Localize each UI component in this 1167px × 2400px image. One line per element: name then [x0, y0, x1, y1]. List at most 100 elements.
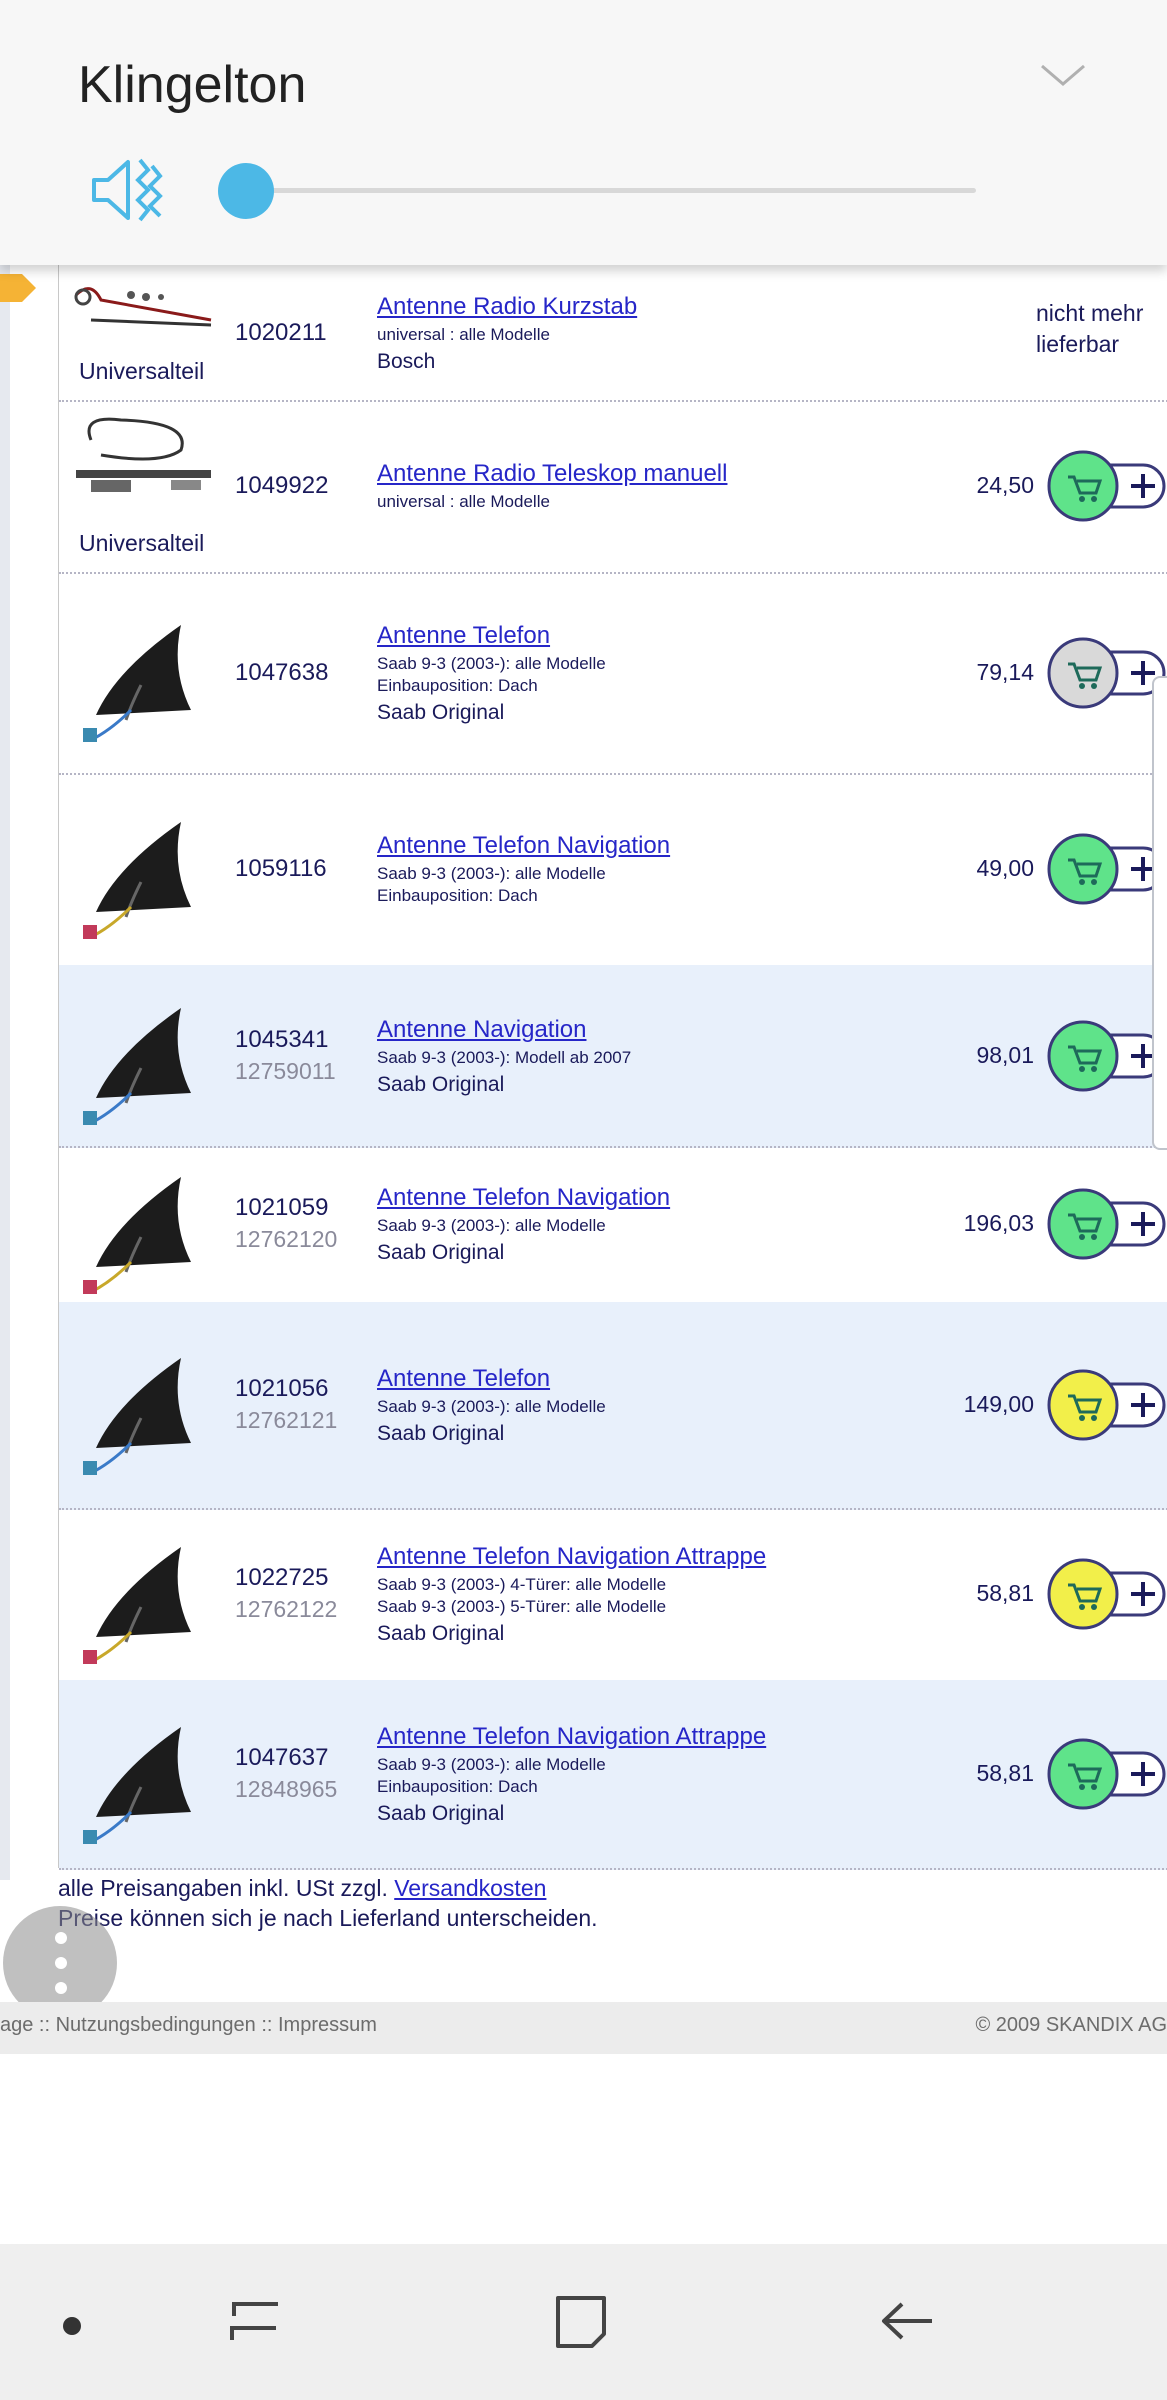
volume-panel: Klingelton [0, 0, 1167, 265]
product-fitment: Saab 9-3 (2003-): alle Modelle [377, 1397, 606, 1416]
article-number: 1049922 [235, 472, 329, 499]
oe-number: 12848965 [235, 1776, 338, 1802]
product-fitment: Saab 9-3 (2003-) 5-Türer: alle Modelle [377, 1597, 667, 1616]
product-brand: Saab Original [377, 1802, 505, 1825]
android-navbar [0, 2244, 1167, 2400]
volume-slider-thumb[interactable] [218, 163, 274, 219]
add-to-cart-button[interactable] [1044, 1366, 1167, 1444]
product-fitment: Saab 9-3 (2003-): alle Modelle [377, 864, 606, 883]
product-fitment: Einbauposition: Dach [377, 1777, 538, 1796]
legal-links[interactable]: age :: Nutzungsbedingungen :: Impressum [0, 2014, 377, 2037]
add-to-cart-button[interactable] [1044, 830, 1167, 908]
table-row: 1021056 12762121 Antenne Telefon Saab 9-3 (… [59, 1302, 1167, 1510]
home-icon[interactable] [546, 2286, 616, 2356]
product-fitment: universal : alle Modelle [377, 492, 550, 511]
shipping-link[interactable]: Versandkosten [394, 1875, 546, 1901]
product-fitment: Saab 9-3 (2003-) 4-Türer: alle Modelle [377, 1575, 667, 1594]
product-fitment: universal : alle Modelle [377, 324, 550, 344]
article-number: 1047637 [235, 1744, 329, 1771]
product-brand: Saab Original [377, 1422, 505, 1445]
price-note: alle Preisangaben inkl. USt zzgl. Versan… [58, 1875, 546, 1902]
left-scroll-rail [0, 265, 10, 1880]
article-number: 1045341 [235, 1025, 329, 1053]
article-number: 1022725 [235, 1564, 329, 1591]
availability-status: nicht mehr lieferbar [1036, 299, 1144, 357]
legal-bar: age :: Nutzungsbedingungen :: Impressum … [0, 2002, 1167, 2054]
product-price: 49,00 [976, 855, 1034, 881]
article-number: 1047638 [235, 658, 329, 686]
speaker-vibrate-icon[interactable] [88, 150, 168, 230]
volume-title: Klingelton [78, 56, 307, 114]
product-image[interactable] [71, 1702, 216, 1847]
product-image[interactable] [71, 1333, 216, 1478]
copyright: © 2009 SKANDIX AG [975, 2014, 1167, 2036]
article-number: 1059116 [235, 855, 327, 882]
add-to-cart-button[interactable] [1044, 1185, 1167, 1263]
product-title-link[interactable]: Antenne Radio Teleskop manuell [377, 460, 727, 488]
volume-slider-track[interactable] [246, 188, 976, 193]
add-to-cart-button[interactable] [1044, 634, 1167, 712]
chevron-down-icon[interactable] [1038, 60, 1088, 90]
article-number: 1021056 [235, 1375, 329, 1402]
article-number: 1020211 [235, 318, 327, 346]
thumb-label: Universalteil [79, 530, 205, 556]
product-title-link[interactable]: Antenne Telefon [377, 1365, 550, 1393]
product-price: 58,81 [976, 1580, 1034, 1606]
table-row: 1021059 12762120 Antenne Telefon Navigatio… [59, 1146, 1167, 1304]
product-price: 149,00 [963, 1391, 1034, 1417]
add-to-cart-button[interactable] [1044, 447, 1167, 525]
thumb-label: Universalteil [79, 358, 205, 384]
product-image[interactable] [71, 1522, 216, 1667]
product-image[interactable] [71, 983, 216, 1128]
product-fitment: Einbauposition: Dach [377, 675, 538, 695]
product-table: Universalteil 1020211 Antenne Radio Kurzst… [58, 265, 1167, 1870]
table-row: 1047638 Antenne Telefon Saab 9-3 (2003-): … [59, 572, 1167, 775]
back-icon[interactable] [872, 2286, 942, 2356]
product-title-link[interactable]: Antenne Navigation [377, 1016, 586, 1044]
product-title-link[interactable]: Antenne Telefon Navigation [377, 1184, 670, 1212]
product-price: 196,03 [963, 1210, 1034, 1236]
table-row: 1022725 12762122 Antenne Telefon Navigatio… [59, 1508, 1167, 1682]
table-row: Universalteil 1020211 Antenne Radio Kurzst… [59, 265, 1167, 402]
dot-icon[interactable] [63, 2317, 81, 2335]
recents-icon[interactable] [220, 2286, 290, 2356]
product-image[interactable] [71, 600, 216, 745]
product-image[interactable] [71, 1152, 216, 1297]
product-fitment: Saab 9-3 (2003-): alle Modelle [377, 1755, 606, 1774]
oe-number: 12762122 [235, 1596, 338, 1622]
product-price: 98,01 [976, 1041, 1034, 1068]
oe-number: 12759011 [235, 1057, 336, 1084]
product-fitment: Saab 9-3 (2003-): alle Modelle [377, 653, 606, 673]
table-row: 1047637 12848965 Antenne Telefon Navigatio… [59, 1680, 1167, 1870]
add-to-cart-button[interactable] [1044, 1017, 1167, 1095]
product-brand: Saab Original [377, 1241, 505, 1264]
orange-tab-marker [0, 274, 36, 302]
product-fitment: Saab 9-3 (2003-): Modell ab 2007 [377, 1047, 632, 1067]
product-title-link[interactable]: Antenne Radio Kurzstab [377, 293, 637, 321]
product-image[interactable] [71, 797, 216, 942]
product-brand: Saab Original [377, 700, 505, 724]
add-to-cart-button[interactable] [1044, 1735, 1167, 1813]
product-image[interactable] [71, 275, 216, 355]
oe-number: 12762120 [235, 1226, 338, 1252]
add-to-cart-button[interactable] [1044, 1555, 1167, 1633]
product-price: 79,14 [976, 658, 1034, 685]
country-note: Preise können sich je nach Lieferland un… [58, 1905, 598, 1931]
article-number: 1021059 [235, 1194, 329, 1221]
product-fitment: Einbauposition: Dach [377, 886, 538, 905]
side-scroll-handle[interactable] [1152, 676, 1167, 1150]
oe-number: 12762121 [235, 1407, 338, 1433]
product-title-link[interactable]: Antenne Telefon Navigation [377, 832, 670, 860]
product-fitment: Saab 9-3 (2003-): alle Modelle [377, 1216, 606, 1235]
product-brand: Bosch [377, 349, 436, 373]
table-row: 1059116 Antenne Telefon Navigation Saab 9-… [59, 773, 1167, 967]
price-note-text: alle Preisangaben inkl. USt zzgl. [58, 1875, 388, 1901]
product-brand: Saab Original [377, 1622, 505, 1645]
table-row: 1045341 12759011 Antenne Navigation Saab 9-… [59, 965, 1167, 1148]
table-row: Universalteil 1049922 Antenne Radio Telesk… [59, 400, 1167, 574]
product-title-link[interactable]: Antenne Telefon Navigation Attrappe [377, 1543, 766, 1571]
product-title-link[interactable]: Antenne Telefon Navigation Attrappe [377, 1723, 766, 1751]
product-title-link[interactable]: Antenne Telefon [377, 622, 550, 650]
product-brand: Saab Original [377, 1072, 505, 1096]
product-image[interactable] [71, 410, 216, 527]
